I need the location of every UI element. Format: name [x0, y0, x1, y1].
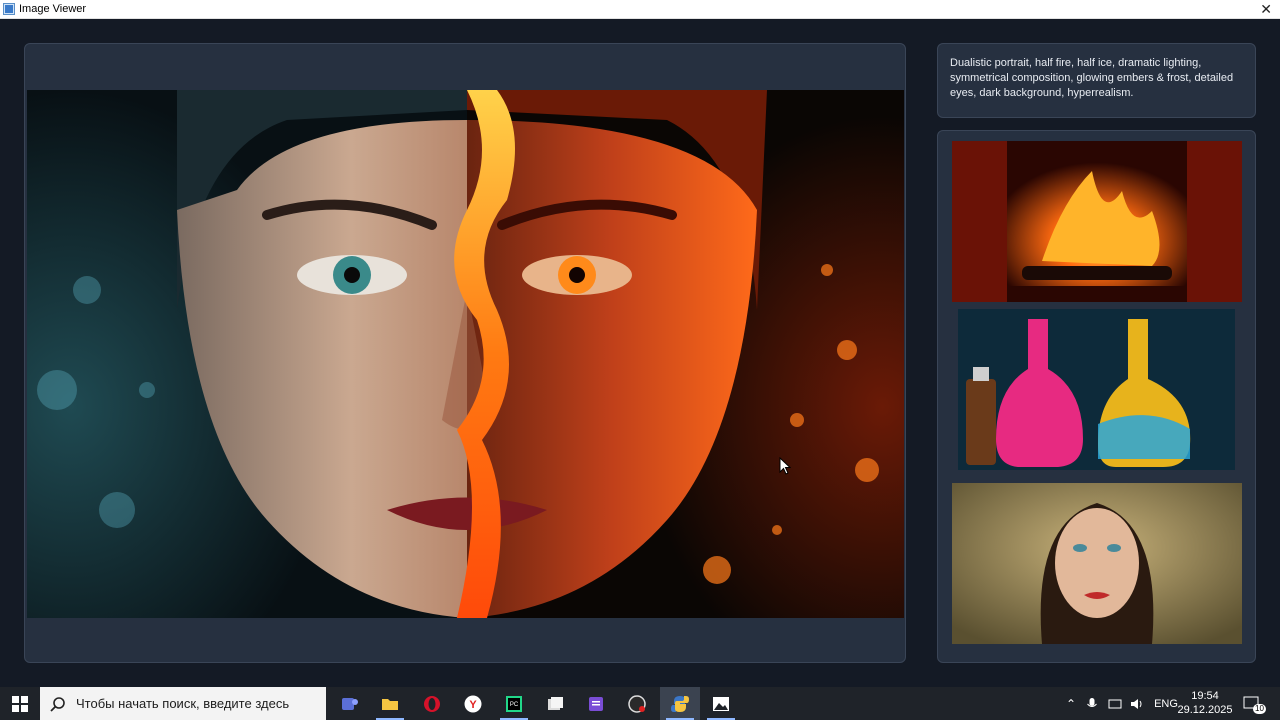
search-placeholder: Чтобы начать поиск, введите здесь	[76, 696, 290, 711]
window-title: Image Viewer	[19, 3, 87, 15]
language-indicator[interactable]: ENG	[1154, 698, 1178, 710]
fire-ice-portrait-image[interactable]	[27, 90, 904, 618]
taskbar-search-box[interactable]: Чтобы начать поиск, введите здесь	[40, 687, 326, 720]
start-button[interactable]	[0, 687, 40, 720]
mouse-cursor-icon	[779, 457, 791, 475]
clock-time: 19:54	[1191, 690, 1219, 702]
yandex-browser-icon[interactable]: Y	[453, 687, 493, 720]
window-title-bar: Image Viewer ✕	[0, 0, 1280, 19]
clock-date: 29.12.2025	[1177, 704, 1233, 716]
microphone-icon[interactable]	[1086, 697, 1098, 711]
opera-icon[interactable]	[412, 687, 452, 720]
network-icon[interactable]	[1108, 697, 1122, 711]
obs-icon[interactable]	[617, 687, 657, 720]
notifications-count-badge: 10	[1253, 704, 1266, 714]
search-icon	[50, 696, 65, 712]
image-viewer-app-icon	[3, 3, 15, 15]
prompt-text: Dualistic portrait, half fire, half ice,…	[937, 43, 1256, 118]
notes-icon[interactable]	[576, 687, 616, 720]
photos-icon[interactable]	[701, 687, 741, 720]
thumbnail-gallery	[937, 130, 1256, 663]
file-explorer-icon[interactable]	[370, 687, 410, 720]
woman-portrait-thumbnail[interactable]	[952, 483, 1242, 644]
files-icon[interactable]	[535, 687, 575, 720]
main-image-panel	[24, 43, 906, 663]
svg-text:Y: Y	[469, 699, 477, 711]
app-area: Dualistic portrait, half fire, half ice,…	[0, 19, 1280, 687]
system-tray: ⌃ ENG	[1066, 687, 1178, 720]
volume-icon[interactable]	[1130, 697, 1144, 711]
teams-icon[interactable]	[330, 687, 370, 720]
potion-bottles-thumbnail[interactable]	[958, 309, 1235, 470]
windows-logo-icon	[12, 695, 28, 712]
close-button[interactable]: ✕	[1260, 1, 1272, 17]
taskbar-clock[interactable]: 19:54 29.12.2025	[1177, 689, 1233, 717]
notification-center-button[interactable]: 10	[1243, 687, 1266, 720]
python-icon[interactable]	[660, 687, 700, 720]
show-hidden-icons-icon[interactable]: ⌃	[1066, 697, 1076, 711]
pycharm-icon[interactable]: PC	[494, 687, 534, 720]
fireplace-thumbnail[interactable]	[952, 141, 1242, 302]
svg-text:PC: PC	[510, 702, 519, 708]
